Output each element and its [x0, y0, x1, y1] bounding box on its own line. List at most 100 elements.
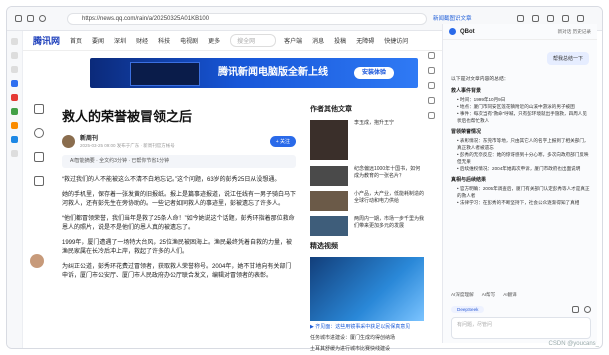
- qbot-model-bar: DeepSeek: [451, 303, 591, 315]
- featured-video-heading: 精选视频: [310, 243, 338, 250]
- refresh-icon[interactable]: [39, 15, 46, 22]
- article-title: 救人的荣誉被冒领之后: [62, 109, 193, 124]
- site-nav: 腾讯网 首页 要闻 深圳 财经 科技 电视剧 更多 搜全网 客户端 消息 投稿 …: [23, 31, 447, 51]
- rail-hero-text[interactable]: 李玉成，抱升王宁: [354, 120, 394, 160]
- nav-shenzhen[interactable]: 深圳: [114, 36, 126, 45]
- article: 救人的荣誉被冒领之后 新周刊 2025-03-25 09:00 发布于广东 · …: [62, 106, 296, 287]
- list-item[interactable]: 纪念偏远1000年十国书，如何成为教育的一张名片？: [310, 166, 424, 186]
- qbot-header-actions[interactable]: 新对话 历史记录: [558, 29, 591, 35]
- article-paragraph: “他们都冒领荣誉，我们当年是救了25条人命！”如今她说这个话题，彭秀环指着那位救…: [62, 215, 295, 232]
- follow-button[interactable]: + 关注: [269, 135, 296, 147]
- banner-screenshot: [130, 62, 200, 86]
- nav-quick-access[interactable]: 快捷访问: [384, 36, 408, 45]
- article-paragraph: 她的手机里，保存着一张发黄的旧报纸。报上是篇事迹报道，说江任线有一男子骑白马下河…: [62, 191, 297, 208]
- add-icon[interactable]: [11, 150, 18, 157]
- deep-understand-button[interactable]: AI深度理解: [451, 292, 474, 298]
- answer-bullet: • 时间：1999年10月9日: [457, 97, 506, 102]
- nav-more[interactable]: 更多: [208, 36, 220, 45]
- rail-hero-image[interactable]: [310, 120, 348, 160]
- rail-hero[interactable]: 李玉成，抱升王宁: [310, 120, 424, 160]
- app-icon-red[interactable]: [11, 94, 18, 101]
- article-paragraph: “救过我们的人不能被这么不清不白地忘记。”这个问题，63岁的彭秀25日从没想通。: [62, 177, 281, 183]
- maximize-icon[interactable]: [562, 15, 569, 22]
- back-icon[interactable]: [15, 15, 22, 22]
- answer-bullet: • 后续维权情况：2004年她再次申诉，厦门市政府也出面说明: [457, 166, 581, 171]
- banner-install-button[interactable]: 安装体验: [353, 67, 394, 79]
- download-icon[interactable]: [427, 97, 435, 104]
- chat-icon[interactable]: [427, 67, 435, 74]
- bookmark-icon[interactable]: [11, 38, 18, 45]
- app-icon-orange[interactable]: [11, 122, 18, 129]
- nav-home[interactable]: 首页: [70, 36, 82, 45]
- nav-finance[interactable]: 财经: [136, 36, 148, 45]
- user-message: 帮我总结一下: [546, 52, 589, 65]
- right-rail: 作者其他文章 李玉成，抱升王宁 纪念偏远1000年十国书，如何成为教育的一张名片…: [310, 104, 424, 355]
- qbot-panel: QBot 新对话 历史记录 帮我总结一下 以下是对文章内容的总结： 救人事件背景…: [442, 24, 597, 343]
- list-item[interactable]: 两周内一期，市场一步千里为我们带来更加多元的发展: [310, 216, 424, 236]
- ai-write-button[interactable]: AI帮写: [482, 292, 496, 298]
- rail-item-text[interactable]: 两周内一期，市场一步千里为我们带来更加多元的发展: [354, 216, 424, 236]
- featured-video-caption[interactable]: ▶ 齐见面：这些用镜事采中获足以民保真意见: [310, 323, 424, 330]
- list-item[interactable]: 小产品，大产业，低能耗制造的全球行动和电力供给: [310, 191, 424, 211]
- url-field[interactable]: https://news.qq.com/rain/a/20250325A01KB…: [67, 13, 427, 25]
- nav-tech[interactable]: 科技: [158, 36, 170, 45]
- nav-client[interactable]: 客户端: [284, 36, 302, 45]
- settings-icon[interactable]: [427, 112, 435, 119]
- rail-item-text[interactable]: 纪念偏远1000年十国书，如何成为教育的一张名片？: [354, 166, 424, 186]
- comment-icon[interactable]: [34, 128, 44, 138]
- answer-intro: 以下是对文章内容的总结：: [451, 77, 509, 82]
- answer-bullet: • 地点：厦门市同安区莲花镇附近的山溪中游泳的男子被困: [457, 104, 575, 109]
- answer-bullet: • 法律学习：在彭秀的不断坚持下，社会公众逐渐得知了真相: [457, 200, 580, 205]
- rail-thumb[interactable]: [310, 216, 348, 236]
- answer-heading: 冒领荣誉情况: [451, 129, 482, 135]
- history-icon[interactable]: [11, 52, 18, 59]
- nav-submit[interactable]: 投稿: [334, 36, 346, 45]
- qbot-actions: AI深度理解 AI帮写 AI翻译: [451, 290, 591, 300]
- rail-link[interactable]: 土耳其舒缓为进行城市比赛快线建设: [310, 345, 424, 352]
- rail-item-text[interactable]: 小产品，大产业，低能耗制造的全球行动和电力供给: [354, 191, 424, 211]
- rail-thumb[interactable]: [310, 166, 348, 186]
- screenshot-icon[interactable]: [427, 82, 435, 89]
- minimize-icon[interactable]: [547, 15, 554, 22]
- article-paragraph: 为纠正公道，彭秀环花费过冒领者，获取救人荣誉称号。2004年，她不甘地向有关部门…: [62, 263, 292, 280]
- author-articles-heading: 作者其他文章: [310, 106, 352, 113]
- forward-share-icon[interactable]: [34, 176, 44, 186]
- nav-messages[interactable]: 消息: [312, 36, 324, 45]
- app-icon-blue[interactable]: [11, 80, 18, 87]
- close-icon[interactable]: [577, 15, 584, 22]
- answer-bullet: • 表彰情况：东莞市等地，只由其它人的名字上报到了相关部门，真正救人者被遗忘: [457, 138, 589, 150]
- translate-icon[interactable]: [427, 52, 435, 59]
- nav-news[interactable]: 要闻: [92, 36, 104, 45]
- qbot-header: QBot 新对话 历史记录: [443, 24, 597, 40]
- nav-tv[interactable]: 电视剧: [180, 36, 198, 45]
- featured-video[interactable]: [310, 257, 424, 321]
- app-icon-green[interactable]: [11, 108, 18, 115]
- rail-thumb[interactable]: [310, 191, 348, 211]
- promo-banner[interactable]: 腾讯新闻电脑版全新上线 安装体验: [90, 58, 418, 88]
- ai-summary-bar[interactable]: AI智能摘要 · 全文约3分钟 · 已帮你节省1分钟: [62, 155, 296, 168]
- forward-icon[interactable]: [27, 15, 34, 22]
- qbot-input[interactable]: 有问题，尽管问: [451, 317, 591, 339]
- search-input[interactable]: 搜全网: [230, 34, 277, 47]
- site-logo[interactable]: 腾讯网: [33, 34, 60, 47]
- star-icon[interactable]: [34, 152, 44, 162]
- author-row: 新周刊 2025-03-25 09:00 发布于广东 · 新周刊官方帐号 + 关…: [62, 133, 296, 149]
- author-name[interactable]: 新周刊: [80, 133, 175, 142]
- browser-tab-label[interactable]: 新闻截图识文章: [433, 14, 472, 22]
- nav-accessibility[interactable]: 无障碍: [356, 36, 374, 45]
- rail-link[interactable]: 任务城市进建设：厦门生成均得创纳场: [310, 334, 424, 341]
- answer-heading: 救人事件背景: [451, 88, 482, 94]
- author-avatar[interactable]: [62, 134, 75, 148]
- attach-icon[interactable]: [572, 305, 579, 313]
- app-icon-cyan[interactable]: [11, 136, 18, 143]
- watermark: CSDN @youcans_: [548, 341, 599, 347]
- menu-icon[interactable]: [532, 15, 539, 22]
- voice-icon[interactable]: [584, 305, 591, 313]
- model-selector[interactable]: DeepSeek: [451, 305, 485, 313]
- reading-icon[interactable]: [11, 66, 18, 73]
- nav-controls: [15, 15, 46, 22]
- ai-translate-button[interactable]: AI翻译: [503, 292, 517, 298]
- profile-icon[interactable]: [517, 15, 524, 22]
- floating-avatar[interactable]: [30, 254, 44, 268]
- share-icon[interactable]: [34, 104, 44, 114]
